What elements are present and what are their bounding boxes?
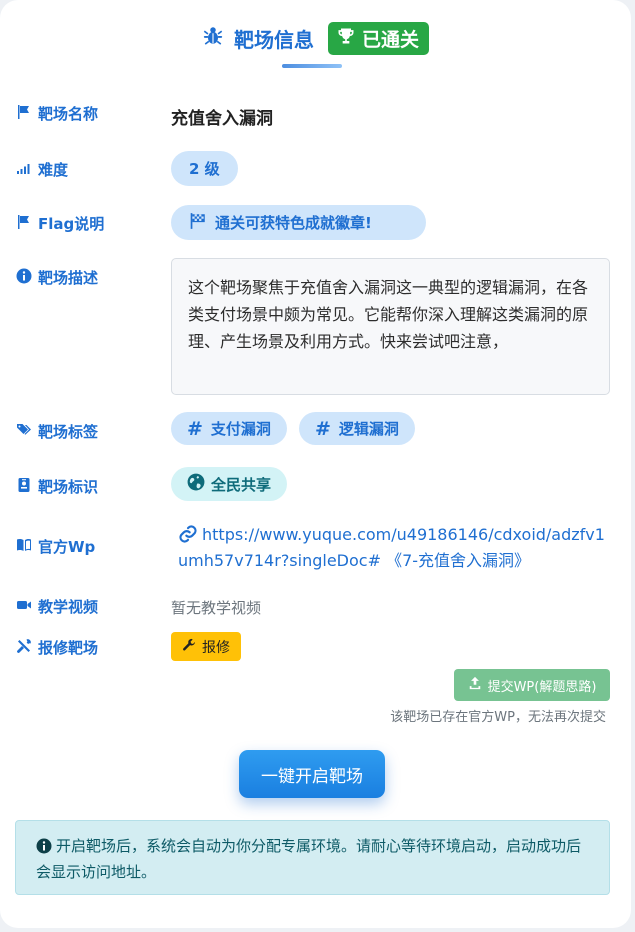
field-tags: 靶场标签 — [16, 421, 171, 442]
globe-icon — [187, 473, 205, 495]
upload-icon — [468, 676, 482, 694]
identity-badge: 全民共享 — [171, 467, 288, 501]
field-description: 靶场描述 — [16, 267, 171, 288]
bug-icon — [202, 25, 224, 52]
range-info-card: 靶场信息 已通关 靶场名称 充值舍入漏洞 难度 2 级 Flag说明 通关可获特… — [0, 0, 631, 928]
field-official-wp-label: 官方Wp — [16, 536, 171, 557]
flag-badge: 通关可获特色成就徽章! — [171, 205, 426, 240]
difficulty-badge: 2 级 — [171, 151, 238, 186]
id-badge-icon — [16, 477, 32, 497]
wrench-icon — [182, 638, 196, 656]
header-underline — [282, 64, 342, 68]
info-circle-icon — [36, 837, 56, 855]
description-box: 这个靶场聚焦于充值舍入漏洞这一典型的逻辑漏洞，在各类支付场景中颇为常见。它能帮你… — [171, 258, 610, 395]
field-identity-label: 靶场标识 — [16, 476, 171, 497]
status-badge-label: 已通关 — [361, 28, 419, 51]
checkered-flag-icon — [189, 212, 207, 234]
video-camera-icon — [16, 597, 32, 617]
tags-icon — [16, 422, 32, 442]
hashtag-icon: # — [187, 417, 203, 440]
tag-pill[interactable]: # 逻辑漏洞 — [299, 412, 415, 445]
signal-bars-icon — [16, 160, 32, 180]
flag-icon — [16, 214, 32, 234]
field-flag: Flag说明 — [16, 213, 171, 234]
official-wp-link[interactable]: https://www.yuque.com/u49186146/cdxoid/a… — [178, 522, 608, 574]
info-alert-text: 开启靶场后，系统会自动为你分配专属环境。请耐心等待环境启动，启动成功后会显示访问… — [36, 837, 582, 881]
field-repair: 报修靶场 — [16, 637, 171, 658]
submit-wp-button[interactable]: 提交WP(解题思路) — [454, 669, 610, 701]
submit-note: 该靶场已存在官方WP，无法再次提交 — [390, 710, 606, 725]
field-tags-label: 靶场标签 — [16, 421, 171, 442]
field-repair-label: 报修靶场 — [16, 637, 171, 658]
field-difficulty: 难度 — [16, 159, 171, 180]
field-official-wp: 官方Wp — [16, 536, 171, 557]
tag-pill[interactable]: # 支付漏洞 — [171, 412, 287, 445]
repair-button[interactable]: 报修 — [171, 632, 241, 661]
page-title: 靶场信息 — [233, 27, 314, 52]
field-name: 靶场名称 — [16, 103, 171, 124]
field-video: 教学视频 — [16, 596, 171, 617]
card-header: 靶场信息 已通关 — [0, 18, 631, 58]
info-circle-icon — [16, 268, 32, 288]
field-identity: 靶场标识 — [16, 476, 171, 497]
video-value: 暂无教学视频 — [171, 599, 262, 617]
flag-icon — [16, 104, 32, 124]
field-description-label: 靶场描述 — [16, 267, 171, 288]
official-wp-link-text[interactable]: https://www.yuque.com/u49186146/cdxoid/a… — [178, 525, 605, 570]
info-alert: 开启靶场后，系统会自动为你分配专属环境。请耐心等待环境启动，启动成功后会显示访问… — [15, 820, 610, 895]
field-name-label: 靶场名称 — [16, 103, 171, 124]
field-flag-label: Flag说明 — [16, 213, 171, 234]
book-icon — [16, 537, 32, 557]
range-name-value: 充值舍入漏洞 — [171, 109, 273, 129]
link-icon — [178, 525, 202, 544]
hashtag-icon: # — [315, 417, 331, 440]
header-title: 靶场信息 — [202, 24, 314, 53]
field-difficulty-label: 难度 — [16, 159, 171, 180]
status-badge: 已通关 — [327, 21, 429, 55]
field-video-label: 教学视频 — [16, 596, 171, 617]
start-range-button[interactable]: 一键开启靶场 — [239, 750, 385, 798]
trophy-icon — [336, 26, 356, 51]
tools-icon — [16, 638, 32, 658]
